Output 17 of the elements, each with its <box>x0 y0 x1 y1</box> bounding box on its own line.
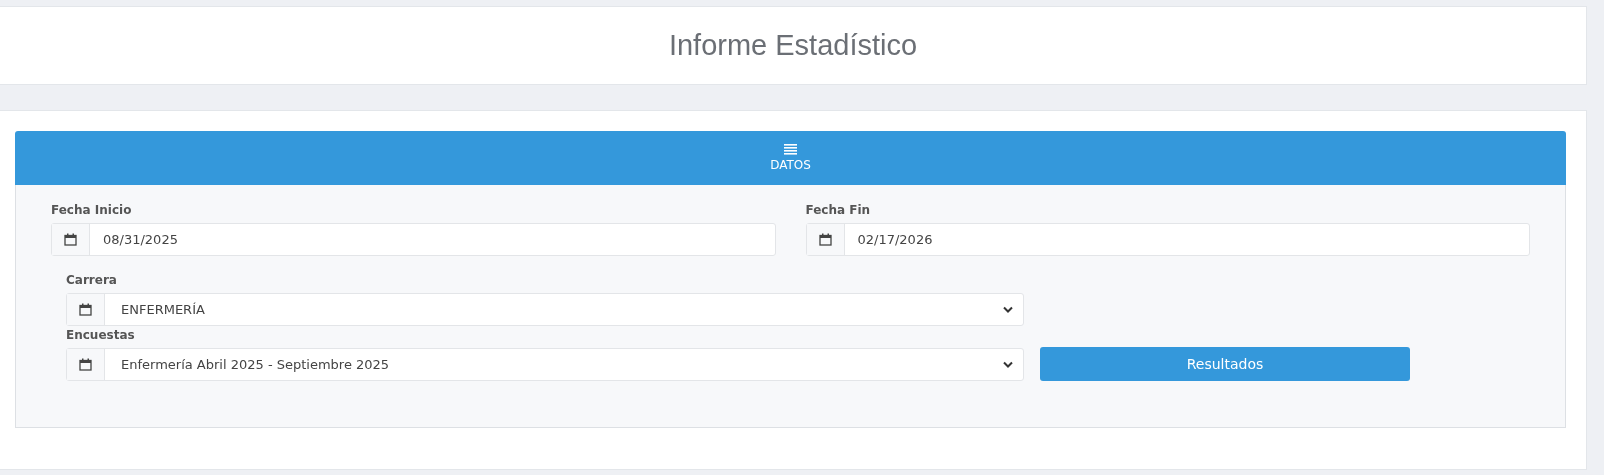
chevron-down-icon <box>1003 361 1013 368</box>
chevron-down-icon <box>1003 306 1013 313</box>
field-label: Fecha Fin <box>805 203 872 217</box>
list-icon <box>784 144 797 155</box>
select-field[interactable]: ENFERMERÍA <box>66 293 1024 326</box>
field-label: Carrera <box>66 273 118 287</box>
field-label: Fecha Inicio <box>51 203 133 217</box>
page-title: Informe Estadístico <box>668 29 918 62</box>
select-field[interactable]: Enfermería Abril 2025 - Septiembre 2025 <box>66 348 1024 381</box>
calendar-icon <box>818 233 832 246</box>
panel-title: DATOS <box>770 158 811 172</box>
calendar-icon <box>79 303 92 316</box>
calendar-icon <box>79 358 92 371</box>
date-field[interactable]: 08/31/2025 <box>51 223 776 256</box>
calendar-icon <box>64 233 77 246</box>
date-field[interactable]: 02/17/2026 <box>805 223 1530 256</box>
field-label: Encuestas <box>66 328 136 342</box>
